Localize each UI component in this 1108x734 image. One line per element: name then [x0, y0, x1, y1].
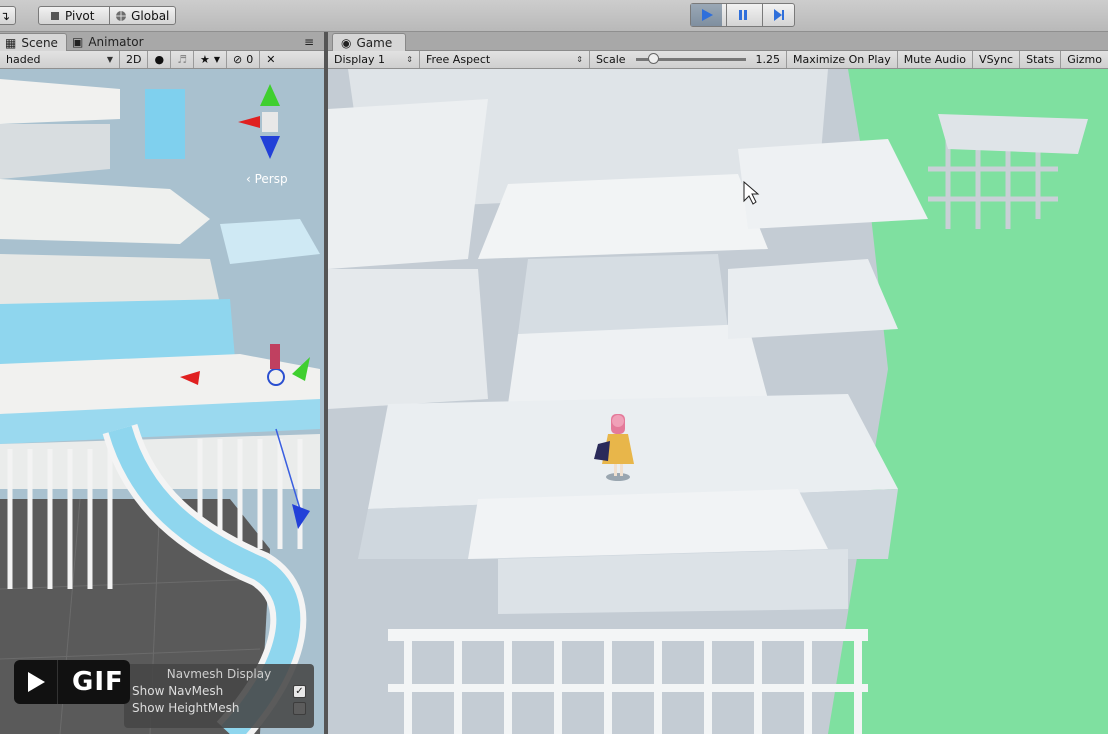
effects-dropdown[interactable]: ★ ▼: [194, 51, 227, 68]
audio-toggle[interactable]: ♬: [171, 51, 194, 68]
play-button[interactable]: [691, 4, 722, 26]
scale-slider-knob[interactable]: [647, 53, 659, 64]
eye-slash-icon: ⊘: [232, 53, 243, 66]
toggle-2d-label: 2D: [126, 53, 142, 66]
mute-audio-toggle[interactable]: Mute Audio: [898, 51, 974, 68]
scale-slider[interactable]: [635, 53, 746, 64]
game-controlbar: Display 1 ⇕ Free Aspect ⇕ Scale 1.25 Max…: [328, 51, 1108, 69]
game-icon: ◉: [341, 35, 352, 50]
tool-icon: ↴: [0, 8, 11, 23]
effects-icon: ★: [199, 53, 210, 66]
scene-tabbar: ▦ Scene ▣ Animator ≡: [0, 32, 324, 51]
play-icon: [27, 672, 45, 692]
menu-icon: ≡: [304, 35, 315, 49]
navmesh-display-panel: Navmesh Display Show NavMesh ✓ Show Heig…: [124, 664, 314, 728]
hidden-count: 0: [246, 53, 254, 66]
scale-control: Scale 1.25: [590, 51, 788, 68]
display-dropdown[interactable]: Display 1 ⇕: [328, 51, 420, 68]
toggle-2d-button[interactable]: 2D: [120, 51, 149, 68]
pivot-icon: [51, 11, 60, 20]
tab-animator[interactable]: ▣ Animator: [64, 33, 152, 51]
animator-icon: ▣: [72, 35, 84, 49]
persp-label[interactable]: ‹ Persp: [246, 172, 288, 186]
scene-controlbar: haded ▼ 2D ● ♬ ★ ▼ ⊘ 0 ✕: [0, 51, 324, 69]
vsync-label: VSync: [979, 53, 1014, 66]
mute-audio-label: Mute Audio: [903, 53, 967, 66]
tab-animator-label: Animator: [88, 35, 144, 49]
tab-game[interactable]: ◉ Game: [332, 33, 406, 51]
game-scene-render: [328, 69, 1108, 734]
gizmo-tools-button[interactable]: ✕: [260, 51, 281, 68]
playmode-controls: [690, 3, 795, 27]
lightbulb-icon: ●: [154, 53, 165, 66]
pivot-toggle[interactable]: Pivot: [39, 7, 105, 24]
pause-button[interactable]: [726, 4, 758, 26]
maximize-on-play-toggle[interactable]: Maximize On Play: [787, 51, 898, 68]
scene-icon: ▦: [5, 35, 17, 50]
gif-play-button[interactable]: [14, 660, 58, 704]
transform-tool-button[interactable]: ↴: [0, 6, 16, 25]
gizmos-label: Gizmo: [1067, 53, 1102, 66]
play-icon: [701, 9, 713, 21]
hidden-objects-toggle[interactable]: ⊘ 0: [227, 51, 261, 68]
show-navmesh-checkbox[interactable]: ✓: [293, 684, 306, 698]
shading-mode-dropdown[interactable]: haded ▼: [0, 51, 120, 68]
pivot-global-group: Pivot Global: [38, 6, 176, 25]
aspect-value: Free Aspect: [425, 53, 491, 66]
tab-game-label: Game: [356, 35, 393, 50]
orientation-gizmo[interactable]: [230, 84, 310, 164]
game-viewport[interactable]: [328, 69, 1108, 734]
scale-value: 1.25: [755, 53, 781, 66]
global-label: Global: [131, 8, 170, 23]
main-toolbar: ↴ Pivot Global: [0, 0, 1108, 32]
navmesh-display-title: Navmesh Display: [166, 667, 272, 681]
dropdown-arrow-icon: ▼: [106, 55, 113, 64]
panel-menu-button[interactable]: ≡: [296, 33, 322, 51]
gizmos-toggle[interactable]: Gizmo: [1061, 51, 1108, 68]
tab-scene-label: Scene: [21, 35, 58, 50]
shading-mode-value: haded: [6, 53, 41, 66]
tab-scene[interactable]: ▦ Scene: [0, 33, 67, 51]
show-heightmesh-row[interactable]: Show HeightMesh: [124, 698, 314, 715]
tools-icon: ✕: [266, 53, 276, 66]
show-navmesh-label: Show NavMesh: [132, 684, 224, 698]
game-tabbar: ◉ Game: [328, 32, 1108, 51]
global-toggle[interactable]: Global: [108, 7, 176, 24]
scene-geometry: [0, 69, 324, 734]
pivot-label: Pivot: [65, 8, 95, 23]
dropdown-arrow-icon: ⇕: [406, 55, 413, 64]
show-heightmesh-checkbox[interactable]: [293, 701, 306, 715]
stats-toggle[interactable]: Stats: [1020, 51, 1062, 68]
dropdown-arrow-icon: ⇕: [576, 55, 583, 64]
display-value: Display 1: [334, 53, 386, 66]
show-heightmesh-label: Show HeightMesh: [132, 701, 240, 715]
show-navmesh-row[interactable]: Show NavMesh ✓: [124, 681, 314, 698]
vsync-toggle[interactable]: VSync: [973, 51, 1021, 68]
aspect-dropdown[interactable]: Free Aspect ⇕: [420, 51, 590, 68]
lighting-toggle[interactable]: ●: [148, 51, 172, 68]
scene-viewport[interactable]: ‹ Persp Navmesh Display Show NavMesh ✓ S…: [0, 69, 324, 734]
scale-label: Scale: [595, 53, 626, 66]
globe-icon: [116, 10, 127, 21]
gif-badge[interactable]: GIF: [14, 660, 130, 704]
step-icon: [773, 9, 784, 21]
speaker-icon: ♬: [177, 53, 187, 66]
stats-label: Stats: [1026, 53, 1055, 66]
maximize-on-play-label: Maximize On Play: [793, 53, 891, 66]
step-button[interactable]: [762, 4, 794, 26]
gif-label: GIF: [72, 667, 124, 697]
dropdown-arrow-icon: ▼: [213, 55, 220, 64]
pause-icon: [738, 10, 747, 20]
